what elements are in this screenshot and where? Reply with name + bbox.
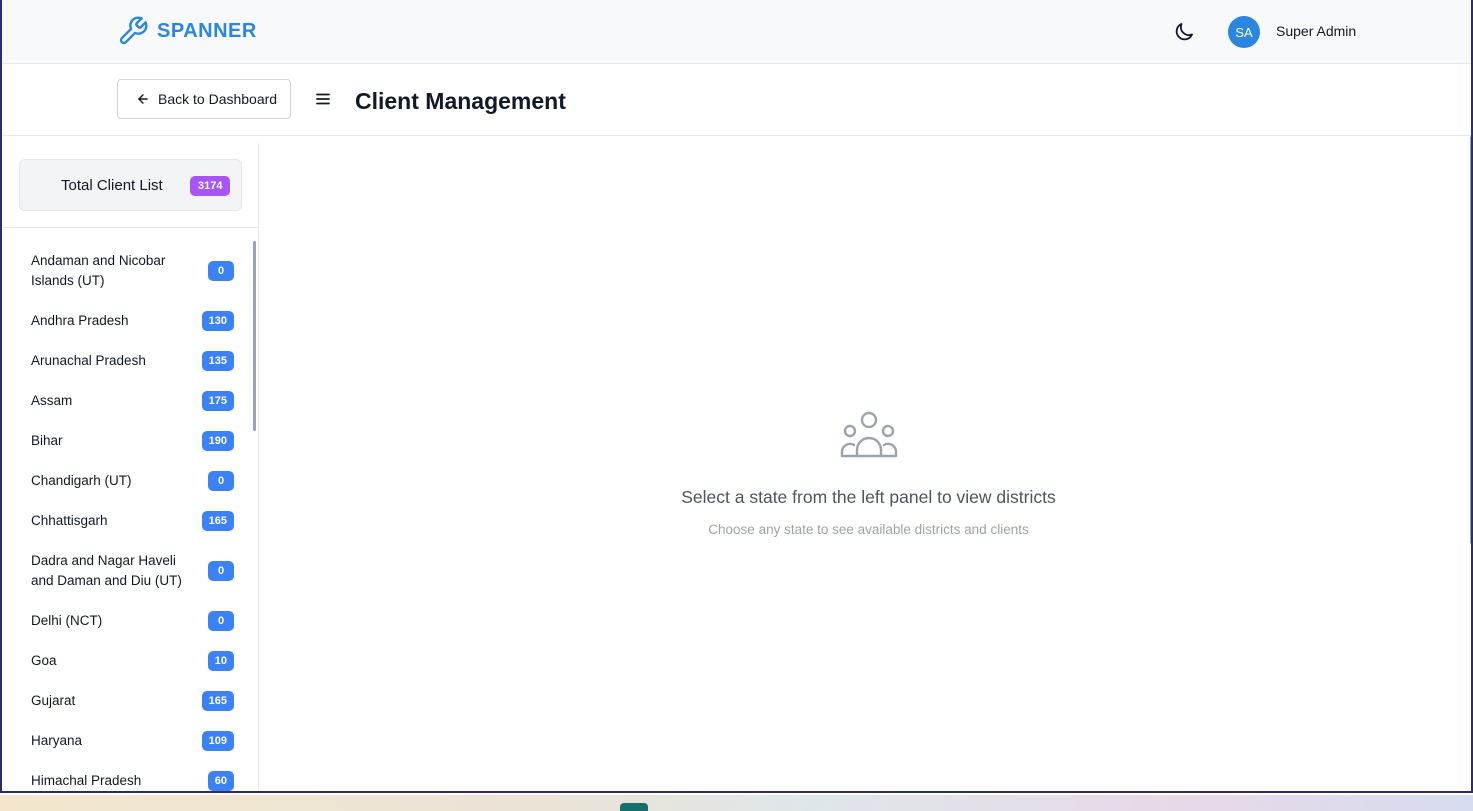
brand-name: SPANNER (157, 19, 257, 42)
state-list: Andaman and Nicobar Islands (UT) 0 Andhr… (2, 241, 252, 791)
divider (2, 227, 258, 228)
hamburger-icon (316, 93, 330, 105)
list-item[interactable]: Chhattisgarh 165 (2, 501, 252, 541)
total-client-count-badge: 3174 (190, 176, 231, 196)
menu-toggle-button[interactable] (315, 91, 331, 107)
list-item[interactable]: Haryana 109 (2, 721, 252, 761)
state-name: Goa (31, 653, 57, 668)
count-badge: 0 (208, 561, 234, 581)
main-panel: Select a state from the left panel to vi… (260, 143, 1471, 791)
empty-state-subtitle: Choose any state to see available distri… (708, 522, 1029, 537)
list-item[interactable]: Bihar 190 (2, 421, 252, 461)
count-badge: 165 (201, 691, 234, 711)
taskbar-app-icon[interactable] (620, 803, 648, 811)
count-badge: 190 (201, 431, 234, 451)
state-name: Gujarat (31, 693, 76, 708)
state-name: Himachal Pradesh (31, 773, 142, 788)
count-badge: 60 (207, 771, 234, 791)
os-taskbar (0, 795, 1473, 811)
count-badge: 135 (201, 351, 234, 371)
list-item[interactable]: Andhra Pradesh 130 (2, 301, 252, 341)
count-badge: 130 (201, 311, 234, 331)
list-item[interactable]: Gujarat 165 (2, 681, 252, 721)
app-window: SPANNER SA Super Admin Back to Dashboard (0, 0, 1473, 793)
back-to-dashboard-button[interactable]: Back to Dashboard (117, 79, 291, 119)
users-group-icon (840, 411, 898, 458)
state-name: Haryana (31, 733, 83, 748)
count-badge: 10 (207, 651, 234, 671)
empty-state-title: Select a state from the left panel to vi… (681, 487, 1056, 507)
page-title: Client Management (355, 88, 566, 114)
list-item[interactable]: Arunachal Pradesh 135 (2, 341, 252, 381)
state-name: Arunachal Pradesh (31, 353, 146, 368)
count-badge: 109 (201, 731, 234, 751)
states-sidebar: Total Client List 3174 Andaman and Nicob… (2, 143, 259, 791)
list-item[interactable]: Dadra and Nagar Haveli and Daman and Diu… (2, 541, 252, 601)
back-button-label: Back to Dashboard (158, 91, 278, 107)
state-name: Andaman and Nicobar Islands (UT) (31, 253, 166, 288)
list-item[interactable]: Delhi (NCT) 0 (2, 601, 252, 641)
total-client-list-button[interactable]: Total Client List 3174 (19, 159, 242, 211)
count-badge: 165 (201, 511, 234, 531)
count-badge: 0 (208, 261, 234, 281)
list-item[interactable]: Andaman and Nicobar Islands (UT) 0 (2, 241, 252, 301)
list-item[interactable]: Assam 175 (2, 381, 252, 421)
moon-icon (1175, 23, 1193, 41)
list-item[interactable]: Himachal Pradesh 60 (2, 761, 252, 791)
top-navbar: SPANNER SA Super Admin (2, 0, 1471, 64)
page-header: Back to Dashboard Client Management (2, 64, 1471, 136)
wrench-icon (119, 16, 148, 45)
state-name: Chandigarh (UT) (31, 473, 132, 488)
count-badge: 175 (201, 391, 234, 411)
avatar[interactable]: SA (1228, 16, 1260, 48)
count-badge: 0 (208, 611, 234, 631)
sidebar-scrollbar[interactable] (253, 241, 256, 431)
total-client-label: Total Client List (61, 177, 163, 194)
brand-logo[interactable]: SPANNER (117, 15, 257, 47)
state-name: Dadra and Nagar Haveli and Daman and Diu… (31, 553, 182, 588)
state-name: Bihar (31, 433, 63, 448)
state-name: Delhi (NCT) (31, 613, 103, 628)
username[interactable]: Super Admin (1276, 23, 1356, 39)
state-name: Assam (31, 393, 73, 408)
count-badge: 0 (208, 471, 234, 491)
list-item[interactable]: Goa 10 (2, 641, 252, 681)
state-name: Andhra Pradesh (31, 313, 129, 328)
theme-toggle-button[interactable] (1172, 20, 1196, 44)
list-item[interactable]: Chandigarh (UT) 0 (2, 461, 252, 501)
arrow-left-icon (138, 94, 148, 104)
state-name: Chhattisgarh (31, 513, 108, 528)
